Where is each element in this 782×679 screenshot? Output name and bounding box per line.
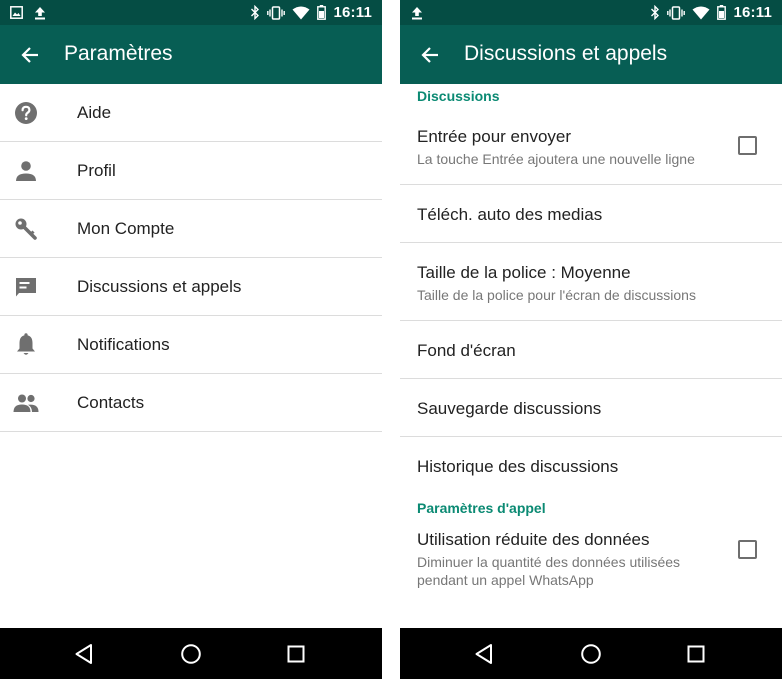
menu-item-label: Notifications bbox=[77, 335, 170, 354]
home-circle-icon bbox=[181, 644, 201, 664]
arrow-back-icon bbox=[421, 47, 438, 63]
menu-item-label: Profil bbox=[77, 161, 116, 180]
setting-media-autodownload[interactable]: Téléch. auto des medias bbox=[400, 185, 782, 243]
key-icon bbox=[13, 216, 39, 242]
person-icon bbox=[13, 158, 39, 184]
back-button[interactable] bbox=[410, 35, 450, 75]
group-icon bbox=[13, 390, 39, 416]
menu-item-profil[interactable]: Profil bbox=[0, 142, 382, 200]
nav-back-button[interactable] bbox=[471, 641, 497, 667]
menu-item-discussions[interactable]: Discussions et appels bbox=[0, 258, 382, 316]
left-screen: 16:11 Paramètres Aide Profil Mon Compte bbox=[0, 0, 382, 679]
navigation-bar bbox=[400, 628, 782, 679]
setting-chat-backup[interactable]: Sauvegarde discussions bbox=[400, 379, 782, 437]
upload-icon bbox=[33, 6, 47, 20]
menu-item-label: Aide bbox=[77, 103, 112, 122]
setting-subtitle: Diminuer la quantité des données utilisé… bbox=[417, 554, 681, 570]
nav-back-button[interactable] bbox=[71, 641, 97, 667]
battery-icon bbox=[317, 5, 327, 20]
recents-square-icon bbox=[287, 645, 305, 663]
wifi-icon bbox=[292, 6, 310, 20]
setting-font-size[interactable]: Taille de la police : Moyenne Taille de … bbox=[400, 243, 782, 321]
bluetooth-icon bbox=[650, 5, 660, 20]
chat-icon bbox=[13, 274, 39, 300]
setting-low-data-usage[interactable]: Utilisation réduite des données Diminuer… bbox=[400, 521, 782, 606]
navigation-bar bbox=[0, 628, 382, 679]
setting-title: Fond d'écran bbox=[417, 341, 516, 360]
home-circle-icon bbox=[581, 644, 601, 664]
setting-title: Taille de la police : Moyenne bbox=[417, 263, 631, 282]
setting-subtitle: pendant un appel WhatsApp bbox=[417, 572, 594, 588]
bell-icon bbox=[13, 332, 39, 358]
image-notification-icon bbox=[10, 6, 23, 19]
setting-title: Historique des discussions bbox=[417, 457, 619, 476]
help-icon bbox=[13, 100, 39, 126]
enter-to-send-checkbox[interactable] bbox=[738, 136, 757, 155]
settings-menu: Aide Profil Mon Compte Discussions et ap… bbox=[0, 84, 382, 432]
setting-chat-history[interactable]: Historique des discussions bbox=[400, 437, 782, 495]
menu-item-label: Mon Compte bbox=[77, 219, 175, 238]
page-title: Discussions et appels bbox=[464, 42, 668, 65]
menu-item-label: Discussions et appels bbox=[77, 277, 242, 296]
setting-title: Téléch. auto des medias bbox=[417, 205, 603, 224]
back-triangle-icon bbox=[475, 644, 492, 664]
nav-recents-button[interactable] bbox=[283, 641, 309, 667]
vibrate-icon bbox=[667, 5, 686, 20]
low-data-usage-checkbox[interactable] bbox=[738, 540, 757, 559]
back-triangle-icon bbox=[75, 644, 92, 664]
section-header-label: Paramètres d'appel bbox=[417, 500, 546, 516]
menu-item-notifications[interactable]: Notifications bbox=[0, 316, 382, 374]
nav-home-button[interactable] bbox=[178, 641, 204, 667]
setting-subtitle: Taille de la police pour l'écran de disc… bbox=[417, 287, 696, 303]
status-time: 16:11 bbox=[733, 4, 772, 21]
section-header-label: Discussions bbox=[417, 88, 500, 104]
menu-item-contacts[interactable]: Contacts bbox=[0, 374, 382, 432]
right-screen: 16:11 Discussions et appels Discussions … bbox=[400, 0, 782, 679]
setting-enter-to-send[interactable]: Entrée pour envoyer La touche Entrée ajo… bbox=[400, 106, 782, 185]
vibrate-icon bbox=[267, 5, 286, 20]
recents-square-icon bbox=[687, 645, 705, 663]
arrow-back-icon bbox=[21, 47, 38, 63]
page-title: Paramètres bbox=[64, 42, 173, 65]
chat-settings-list: Discussions Entrée pour envoyer La touch… bbox=[400, 84, 782, 606]
status-bar: 16:11 bbox=[400, 0, 782, 25]
nav-recents-button[interactable] bbox=[683, 641, 709, 667]
battery-icon bbox=[717, 5, 727, 20]
nav-home-button[interactable] bbox=[578, 641, 604, 667]
setting-title: Utilisation réduite des données bbox=[417, 530, 650, 549]
setting-title: Sauvegarde discussions bbox=[417, 399, 602, 418]
status-time: 16:11 bbox=[333, 4, 372, 21]
wifi-icon bbox=[692, 6, 710, 20]
setting-subtitle: La touche Entrée ajoutera une nouvelle l… bbox=[417, 151, 695, 167]
bluetooth-icon bbox=[250, 5, 260, 20]
setting-wallpaper[interactable]: Fond d'écran bbox=[400, 321, 782, 379]
setting-title: Entrée pour envoyer bbox=[417, 127, 572, 146]
status-bar: 16:11 bbox=[0, 0, 382, 25]
app-bar: Discussions et appels bbox=[400, 25, 782, 84]
app-bar: Paramètres bbox=[0, 25, 382, 84]
menu-item-mon-compte[interactable]: Mon Compte bbox=[0, 200, 382, 258]
menu-item-aide[interactable]: Aide bbox=[0, 84, 382, 142]
back-button[interactable] bbox=[10, 35, 50, 75]
menu-item-label: Contacts bbox=[77, 393, 145, 412]
section-header-calls: Paramètres d'appel bbox=[400, 495, 782, 521]
section-header-discussions: Discussions bbox=[400, 84, 782, 106]
upload-icon bbox=[410, 6, 424, 20]
